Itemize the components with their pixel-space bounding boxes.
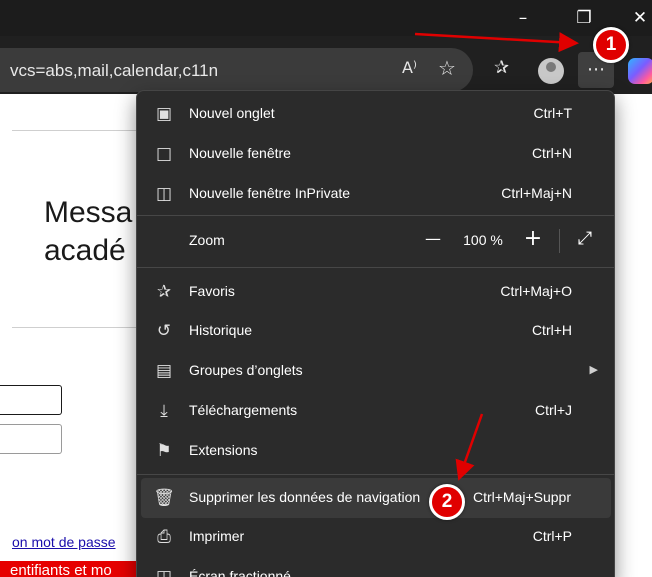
- password-field[interactable]: [0, 424, 62, 454]
- submenu-chevron-icon: ▶: [589, 363, 598, 376]
- forgot-password-link[interactable]: on mot de passe: [12, 534, 116, 550]
- page-heading-line1: Messa: [44, 196, 133, 229]
- zoom-value: 100 %: [463, 232, 503, 248]
- menu-item-history[interactable]: ↺ Historique Ctrl+H: [137, 311, 614, 351]
- menu-separator: [137, 267, 614, 268]
- menu-item-label: Historique: [189, 322, 253, 338]
- menu-item-shortcut: Ctrl+Maj+O: [500, 283, 572, 299]
- menu-item-label: Nouvel onglet: [189, 105, 275, 121]
- menu-item-label: Écran fractionné: [189, 568, 291, 577]
- menu-item-label: Nouvelle fenêtre InPrivate: [189, 185, 351, 201]
- menu-item-label: Supprimer les données de navigation: [189, 489, 421, 505]
- settings-menu: ▣ Nouvel onglet Ctrl+T □ Nouvelle fenêtr…: [136, 90, 615, 577]
- favorites-list-icon[interactable]: ✰: [494, 57, 509, 78]
- new-window-icon: □: [155, 144, 173, 164]
- menu-item-extensions[interactable]: ⚑ Extensions: [137, 431, 614, 471]
- menu-item-label: Extensions: [189, 442, 258, 458]
- read-aloud-icon[interactable]: A⁾: [402, 58, 417, 77]
- menu-item-zoom: Zoom — 100 % + ⤢: [137, 221, 614, 261]
- page-heading-line2: acadé: [44, 234, 126, 267]
- downloads-icon: ⤓: [160, 401, 168, 421]
- minimize-icon[interactable]: –: [509, 6, 537, 30]
- extensions-icon: ⚑: [156, 441, 172, 461]
- menu-separator: [137, 215, 614, 216]
- menu-item-shortcut: Ctrl+N: [531, 145, 572, 161]
- error-message: entifiants et mo: [0, 561, 140, 577]
- close-icon[interactable]: ✕: [626, 6, 652, 30]
- tab-groups-icon: ▤: [155, 361, 173, 381]
- zoom-in-button[interactable]: +: [521, 226, 545, 251]
- menu-item-label: Nouvelle fenêtre: [189, 145, 291, 161]
- restore-icon[interactable]: ❐: [570, 6, 598, 30]
- menu-item-clear-browsing-data[interactable]: 🗑 Supprimer les données de navigation Ct…: [141, 478, 611, 518]
- menu-item-shortcut: Ctrl+J: [535, 402, 572, 418]
- zoom-out-button[interactable]: —: [421, 229, 445, 248]
- trash-icon: 🗑: [153, 488, 175, 508]
- inprivate-window-icon: ◫: [155, 184, 173, 204]
- zoom-divider: [559, 229, 560, 253]
- menu-item-label: Imprimer: [189, 528, 245, 544]
- title-bar: – ❐ ✕: [0, 0, 652, 36]
- menu-item-inprivate[interactable]: ◫ Nouvelle fenêtre InPrivate Ctrl+Maj+N: [137, 174, 614, 214]
- favorite-star-icon[interactable]: ☆: [438, 56, 456, 80]
- menu-item-shortcut: Ctrl+T: [533, 105, 573, 121]
- menu-item-shortcut: Ctrl+Maj+Suppr: [472, 489, 571, 505]
- favorites-icon: ✰: [156, 282, 172, 302]
- menu-item-label: Téléchargements: [189, 402, 298, 418]
- menu-item-new-tab[interactable]: ▣ Nouvel onglet Ctrl+T: [137, 94, 614, 134]
- menu-item-tab-groups[interactable]: ▤ Groupes d’onglets ▶: [137, 351, 614, 391]
- menu-item-label: Favoris: [189, 283, 235, 299]
- menu-item-label: Groupes d’onglets: [189, 362, 303, 378]
- copilot-icon[interactable]: [628, 58, 652, 84]
- divider: [12, 130, 136, 131]
- new-tab-icon: ▣: [155, 104, 173, 124]
- zoom-label: Zoom: [189, 232, 225, 248]
- history-icon: ↺: [156, 321, 172, 341]
- browser-window: – ❐ ✕ vcs=abs,mail,calendar,c11n A⁾ ☆ ✰ …: [0, 0, 652, 577]
- menu-item-shortcut: Ctrl+H: [531, 322, 572, 338]
- menu-item-new-window[interactable]: □ Nouvelle fenêtre Ctrl+N: [137, 134, 614, 174]
- annotation-badge-1: 1: [593, 27, 629, 63]
- address-url[interactable]: vcs=abs,mail,calendar,c11n: [10, 61, 218, 81]
- divider: [12, 327, 136, 328]
- menu-item-downloads[interactable]: ⤓ Téléchargements Ctrl+J: [137, 391, 614, 431]
- split-screen-icon: ◫: [155, 567, 173, 577]
- menu-item-shortcut: Ctrl+Maj+N: [501, 185, 572, 201]
- menu-item-split-screen[interactable]: ◫ Écran fractionné: [137, 557, 614, 577]
- annotation-badge-2: 2: [429, 484, 465, 520]
- menu-item-print[interactable]: ⎙ Imprimer Ctrl+P: [137, 517, 614, 557]
- fullscreen-icon[interactable]: ⤢: [573, 228, 597, 249]
- menu-item-favorites[interactable]: ✰ Favoris Ctrl+Maj+O: [137, 272, 614, 312]
- username-field[interactable]: [0, 385, 62, 415]
- print-icon: ⎙: [157, 527, 171, 547]
- address-bar[interactable]: vcs=abs,mail,calendar,c11n A⁾ ☆: [0, 48, 473, 92]
- menu-item-shortcut: Ctrl+P: [532, 528, 572, 544]
- menu-separator: [137, 474, 614, 475]
- profile-avatar-icon[interactable]: [538, 58, 564, 84]
